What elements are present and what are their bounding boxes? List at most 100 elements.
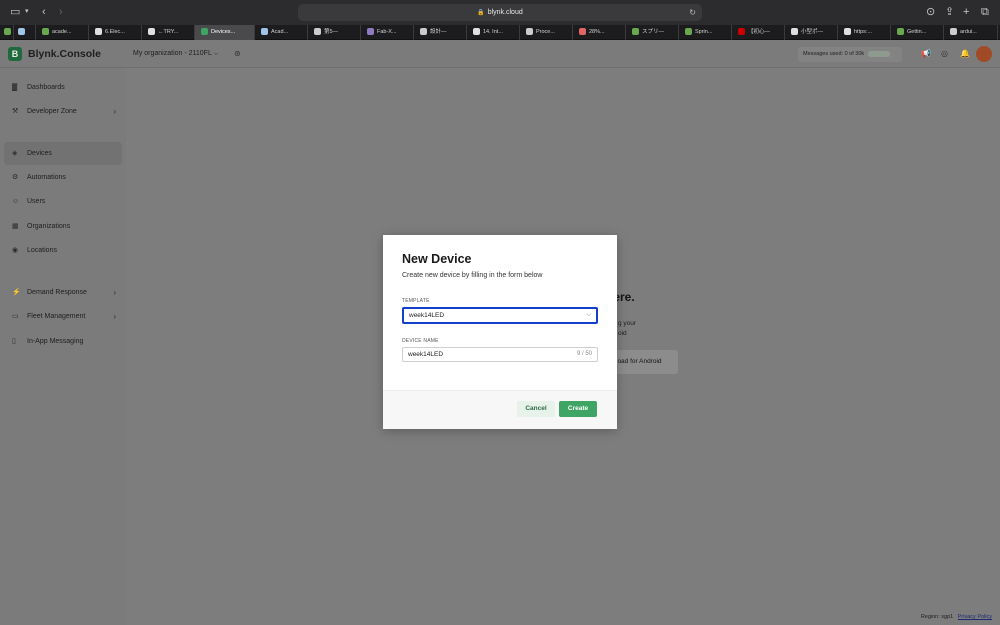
org-selector[interactable]: My organization - 2110FL ⌵ <box>133 50 218 58</box>
browser-tab[interactable]: 設計— <box>414 25 467 40</box>
sidebar-item-locations[interactable]: ◉ Locations <box>4 239 122 262</box>
browser-tab[interactable]: Proce... <box>520 25 573 40</box>
tab-strip: acade... 6.Elec... ←TRY... Devices... Acad..… <box>0 25 1000 40</box>
browser-tab[interactable]: スプリ— <box>626 25 679 40</box>
chevron-down-icon: ⌵ <box>586 312 591 318</box>
app-header: B Blynk.Console My organization - 2110FL… <box>0 40 1000 68</box>
char-counter: 9 / 50 <box>576 351 592 357</box>
sidebar-item-developer-zone[interactable]: ⚒ Developer Zone › <box>4 100 122 123</box>
chevron-right-icon: › <box>113 288 116 297</box>
region-text: Region: sgp1 <box>920 614 954 620</box>
sidebar-item-fleet-management[interactable]: ▭ Fleet Management › <box>4 305 122 328</box>
sidebar-item-devices[interactable]: ◈ Devices <box>4 142 122 165</box>
browser-tab[interactable]: https:... <box>838 25 891 40</box>
favicon-icon <box>148 28 155 36</box>
browser-tab-label: 6.Elec... <box>105 29 125 35</box>
sidebar-toggle-icon[interactable]: ▭ <box>10 5 20 19</box>
browser-tab-label: Sprin... <box>695 29 713 35</box>
chevron-right-icon: › <box>113 107 116 116</box>
browser-tab[interactable]: acade... <box>36 25 89 40</box>
chevron-down-icon[interactable]: ▾ <box>25 5 29 19</box>
create-button[interactable]: Create <box>559 401 597 417</box>
reload-icon[interactable]: ↻ <box>689 4 696 21</box>
sidebar-item-dashboards[interactable]: ▓ Dashboards <box>4 76 122 99</box>
browser-tab[interactable] <box>14 25 36 40</box>
megaphone-icon[interactable]: 📢 <box>921 49 931 58</box>
browser-tab[interactable]: Gettin... <box>891 25 944 40</box>
favicon-icon <box>201 28 208 36</box>
device-name-input[interactable]: week14LED 9 / 50 <box>402 347 598 362</box>
browser-tab-label: ardui... <box>960 29 977 35</box>
back-icon[interactable]: ‹ <box>42 5 46 19</box>
favicon-icon <box>473 28 480 36</box>
browser-toolbar: ▭ ▾ ‹ › 🔒 blynk.cloud ↻ ⊙ ⇪ + ⧉ <box>0 0 1000 25</box>
browser-tab[interactable] <box>0 25 14 40</box>
browser-tab-label: 28%... <box>589 29 605 35</box>
dialog-subtitle: Create new device by filling in the form… <box>402 272 543 279</box>
sidebar: ▓ Dashboards ⚒ Developer Zone › ◈ Devices ⚙ Auto… <box>0 68 126 625</box>
browser-tab-label: スプリ— <box>642 29 665 35</box>
template-label: TEMPLATE <box>402 298 430 304</box>
favicon-icon <box>632 28 639 36</box>
user-avatar[interactable] <box>976 46 992 62</box>
browser-tab[interactable]: ←TRY... <box>142 25 195 40</box>
share-icon[interactable]: ⇪ <box>945 5 954 19</box>
browser-tab[interactable]: 28%... <box>573 25 626 40</box>
browser-tab-label: 小型ポ— <box>801 29 824 35</box>
automation-icon: ⚙ <box>12 174 19 181</box>
wrench-icon: ⚒ <box>12 108 19 115</box>
sidebar-item-organizations[interactable]: ▦ Organizations <box>4 215 122 238</box>
address-bar[interactable]: 🔒 blynk.cloud ↻ <box>298 4 702 21</box>
messages-used-text: Messages used: 0 of 30k <box>803 51 865 57</box>
cube-icon: ◈ <box>12 150 18 157</box>
browser-tab[interactable]: Devices... <box>195 25 255 40</box>
demand-icon: ⚡ <box>12 289 21 296</box>
privacy-policy-link[interactable]: Privacy Policy <box>958 614 992 620</box>
browser-tab-label: Acad... <box>271 29 289 35</box>
favicon-icon <box>685 28 692 36</box>
browser-tab-label: Fab-X... <box>377 29 397 35</box>
browser-tab-label: 14. Int... <box>483 29 503 35</box>
chevron-down-icon: ⌵ <box>213 51 219 57</box>
download-icon[interactable]: ⊙ <box>926 5 935 19</box>
browser-tab[interactable]: ardui... <box>944 25 998 40</box>
sidebar-item-users[interactable]: ☺ Users <box>4 190 122 213</box>
new-tab-icon[interactable]: + <box>963 5 969 19</box>
notification-bell-icon[interactable]: 🔔 <box>960 49 970 58</box>
browser-tab[interactable]: Fab-X... <box>361 25 414 40</box>
location-pin-icon: ◉ <box>12 247 19 254</box>
favicon-icon <box>42 28 49 36</box>
favicon-icon <box>526 28 533 36</box>
browser-tab[interactable]: 小型ポ— <box>785 25 838 40</box>
browser-tab[interactable]: Sprin... <box>679 25 732 40</box>
tab-overview-icon[interactable]: ⧉ <box>981 5 989 19</box>
favicon-icon <box>844 28 851 36</box>
browser-tab[interactable]: 14. Int... <box>467 25 520 40</box>
browser-tab[interactable]: 【初心— <box>732 25 785 40</box>
favicon-icon <box>314 28 321 36</box>
blynk-logo-icon: B <box>8 47 22 61</box>
sidebar-item-label: Organizations <box>27 223 71 230</box>
cancel-button[interactable]: Cancel <box>517 401 555 417</box>
template-select[interactable]: week14LED ⌵ <box>402 307 598 324</box>
sidebar-item-demand-response[interactable]: ⚡ Demand Response › <box>4 281 122 304</box>
sidebar-item-label: Devices <box>27 150 52 157</box>
chevron-right-icon: › <box>113 312 116 321</box>
messages-usage-badge[interactable]: Messages used: 0 of 30k <box>798 47 902 62</box>
sidebar-item-label: Fleet Management <box>27 313 86 320</box>
org-settings-icon[interactable]: ⊛ <box>234 49 241 58</box>
url-text: blynk.cloud <box>487 9 523 16</box>
browser-tab-label: Gettin... <box>907 29 927 35</box>
sidebar-item-automations[interactable]: ⚙ Automations <box>4 166 122 189</box>
building-icon: ▦ <box>12 223 19 230</box>
browser-tab[interactable]: Acad... <box>255 25 308 40</box>
empty-state-text: g your <box>618 320 637 327</box>
browser-tab[interactable]: 第5— <box>308 25 361 40</box>
forward-icon[interactable]: › <box>59 5 63 19</box>
sidebar-item-in-app-messaging[interactable]: ▯ In-App Messaging <box>4 330 122 353</box>
support-icon[interactable]: ◎ <box>941 49 948 58</box>
browser-tab[interactable]: 6.Elec... <box>89 25 142 40</box>
favicon-icon <box>367 28 374 36</box>
favicon-icon <box>791 28 798 36</box>
upgrade-pill <box>868 50 891 57</box>
